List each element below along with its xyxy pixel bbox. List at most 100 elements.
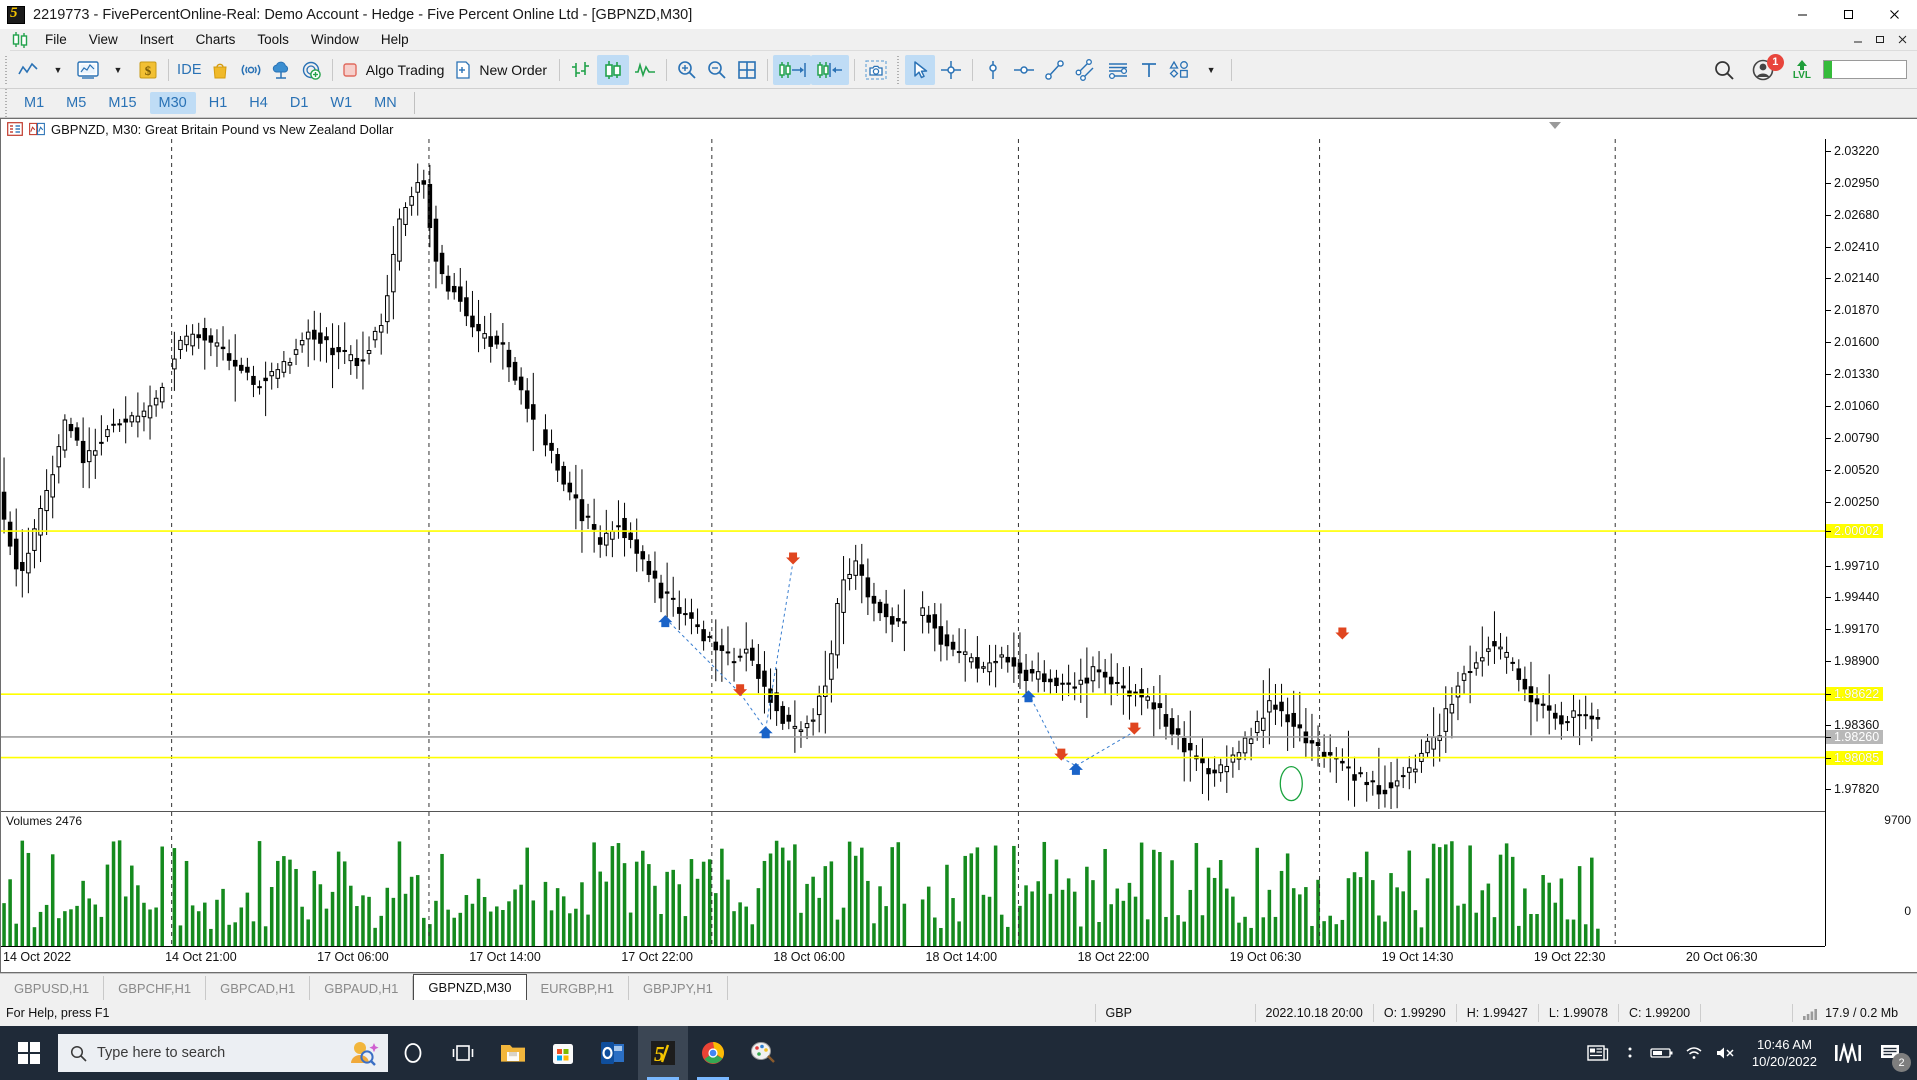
chart-tab-gbpnzd[interactable]: GBPNZD,M30 bbox=[413, 974, 527, 1000]
chart-tab-eurgbp[interactable]: EURGBP,H1 bbox=[527, 976, 629, 1000]
timeframe-mn[interactable]: MN bbox=[365, 92, 406, 114]
signals-icon[interactable] bbox=[235, 55, 267, 85]
grid-icon[interactable] bbox=[732, 55, 762, 85]
paint-icon[interactable] bbox=[738, 1026, 788, 1080]
minimize-button[interactable] bbox=[1779, 0, 1825, 29]
timeframe-m15[interactable]: M15 bbox=[99, 92, 145, 114]
timeframe-m5[interactable]: M5 bbox=[57, 92, 95, 114]
bar-chart-icon[interactable] bbox=[565, 55, 597, 85]
timeframe-w1[interactable]: W1 bbox=[321, 92, 361, 114]
price-level-label[interactable]: 1.98260 bbox=[1826, 729, 1884, 744]
chart-shift-icon[interactable] bbox=[811, 54, 850, 85]
crosshair-icon[interactable] bbox=[935, 55, 967, 85]
timeframe-d1[interactable]: D1 bbox=[281, 92, 318, 114]
sell-marker-icon[interactable] bbox=[1335, 627, 1350, 640]
sell-marker-icon[interactable] bbox=[1127, 722, 1142, 735]
buy-marker-icon[interactable] bbox=[1021, 690, 1036, 703]
chart-tab-gbpcad[interactable]: GBPCAD,H1 bbox=[206, 976, 311, 1000]
metaquotes-tray-icon[interactable] bbox=[1827, 1026, 1869, 1080]
file-explorer-icon[interactable] bbox=[488, 1026, 538, 1080]
tray-overflow-icon[interactable] bbox=[1614, 1026, 1646, 1080]
buy-marker-icon[interactable] bbox=[1068, 762, 1083, 775]
buy-marker-icon[interactable] bbox=[658, 615, 673, 628]
sell-marker-icon[interactable] bbox=[786, 552, 801, 565]
timeframe-m30[interactable]: M30 bbox=[149, 92, 196, 114]
indicators-dropdown[interactable]: ▼ bbox=[103, 55, 133, 85]
sell-marker-icon[interactable] bbox=[1054, 748, 1069, 761]
line-chart-icon[interactable] bbox=[13, 55, 43, 85]
chart-tab-gbpusd[interactable]: GBPUSD,H1 bbox=[0, 976, 105, 1000]
chart-tab-gbpjpy[interactable]: GBPJPY,H1 bbox=[629, 976, 728, 1000]
toolbar-grip[interactable] bbox=[3, 53, 11, 86]
equidistant-channel-icon[interactable] bbox=[1070, 55, 1102, 85]
volume-muted-icon[interactable] bbox=[1710, 1026, 1742, 1080]
price-level-label[interactable]: 2.00002 bbox=[1826, 524, 1884, 539]
chart-indicator-icon[interactable] bbox=[29, 122, 45, 136]
subscribe-icon[interactable] bbox=[297, 55, 327, 85]
search-icon[interactable] bbox=[1709, 55, 1739, 85]
microsoft-store-icon[interactable] bbox=[538, 1026, 588, 1080]
horizontal-line-icon[interactable] bbox=[1008, 55, 1040, 85]
currency-icon[interactable]: $ bbox=[133, 55, 163, 85]
level-indicator[interactable]: LVL bbox=[1793, 59, 1811, 81]
fibonacci-icon[interactable] bbox=[1102, 55, 1134, 85]
action-center-icon[interactable]: 2 bbox=[1869, 1026, 1913, 1080]
news-icon[interactable] bbox=[1582, 1026, 1614, 1080]
price-level-label[interactable]: 1.98622 bbox=[1826, 687, 1884, 702]
account-avatar-button[interactable]: 1 bbox=[1751, 53, 1784, 83]
search-input[interactable]: Type here to search bbox=[58, 1034, 388, 1072]
mdi-restore-button[interactable] bbox=[1869, 30, 1891, 50]
chart-tab-gbpaud[interactable]: GBPAUD,H1 bbox=[310, 976, 414, 1000]
price-plot-area[interactable] bbox=[1, 139, 1825, 809]
timeframe-h1[interactable]: H1 bbox=[200, 92, 237, 114]
menu-view[interactable]: View bbox=[78, 29, 129, 51]
shapes-dropdown[interactable]: ▼ bbox=[1196, 55, 1226, 85]
taskbar-clock[interactable]: 10:46 AM 10/20/2022 bbox=[1742, 1036, 1827, 1070]
market-bag-icon[interactable] bbox=[205, 55, 235, 85]
outlook-icon[interactable] bbox=[588, 1026, 638, 1080]
auto-scroll-icon[interactable] bbox=[773, 54, 812, 85]
cortana-circle-icon[interactable] bbox=[388, 1026, 438, 1080]
menu-file[interactable]: File bbox=[34, 29, 78, 51]
mdi-minimize-button[interactable] bbox=[1847, 30, 1869, 50]
zoom-in-icon[interactable] bbox=[672, 55, 702, 85]
price-axis[interactable]: 2.03220 2.02950 2.02680 2.02410 2.02140 2.018… bbox=[1825, 139, 1917, 946]
indicators-icon[interactable] bbox=[73, 55, 103, 85]
zoom-out-icon[interactable] bbox=[702, 55, 732, 85]
chart-properties-icon[interactable] bbox=[7, 122, 23, 136]
new-order-button[interactable]: New Order bbox=[451, 55, 554, 85]
volume-indicator-pane[interactable]: Volumes 2476 bbox=[1, 811, 1825, 946]
menu-tools[interactable]: Tools bbox=[246, 29, 300, 51]
menu-charts[interactable]: Charts bbox=[185, 29, 247, 51]
screenshot-icon[interactable] bbox=[860, 55, 892, 85]
vps-cloud-icon[interactable] bbox=[267, 55, 297, 85]
close-button[interactable] bbox=[1871, 0, 1917, 29]
chart-tab-gbpchf[interactable]: GBPCHF,H1 bbox=[104, 976, 207, 1000]
ide-button[interactable]: IDE bbox=[174, 55, 205, 85]
toolbar-grip-2[interactable] bbox=[895, 53, 904, 86]
wifi-icon[interactable] bbox=[1678, 1026, 1710, 1080]
trendline-icon[interactable] bbox=[1040, 55, 1070, 85]
chevron-down-icon[interactable] bbox=[1548, 120, 1562, 130]
algo-trading-button[interactable]: Algo Trading bbox=[338, 55, 452, 85]
metatrader5-icon[interactable]: 5 bbox=[638, 1026, 688, 1080]
menu-window[interactable]: Window bbox=[300, 29, 370, 51]
timeframe-grip[interactable] bbox=[3, 87, 11, 119]
cortana-icon[interactable] bbox=[344, 1038, 380, 1068]
price-level-label[interactable]: 1.98085 bbox=[1826, 750, 1884, 765]
line-chart-dropdown[interactable]: ▼ bbox=[43, 55, 73, 85]
menu-insert[interactable]: Insert bbox=[129, 29, 185, 51]
cursor-icon[interactable] bbox=[905, 54, 936, 85]
mdi-close-button[interactable] bbox=[1891, 30, 1913, 50]
text-tool-icon[interactable] bbox=[1134, 55, 1164, 85]
task-view-icon[interactable] bbox=[438, 1026, 488, 1080]
maximize-button[interactable] bbox=[1825, 0, 1871, 29]
menu-help[interactable]: Help bbox=[370, 29, 420, 51]
line-chart-icon2[interactable] bbox=[629, 55, 661, 85]
time-axis[interactable]: 14 Oct 2022 14 Oct 21:00 17 Oct 06:00 17 Oc… bbox=[1, 946, 1825, 972]
battery-icon[interactable] bbox=[1646, 1026, 1678, 1080]
timeframe-m1[interactable]: M1 bbox=[15, 92, 53, 114]
windows-start-icon[interactable] bbox=[0, 1026, 58, 1080]
candlestick-chart-icon[interactable] bbox=[597, 54, 630, 85]
vertical-line-icon[interactable] bbox=[978, 55, 1008, 85]
